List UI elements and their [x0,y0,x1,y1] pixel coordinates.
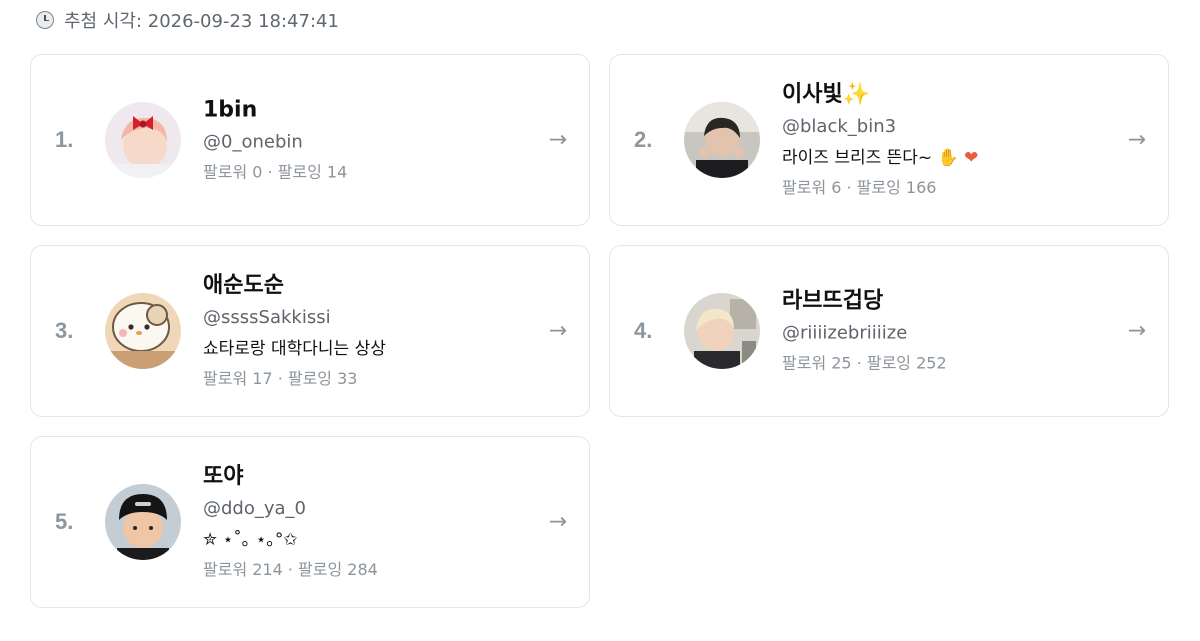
username: @0_onebin [203,131,303,153]
follow-stats: 팔로워 25 · 팔로잉 252 [782,353,947,373]
winner-card-3[interactable]: 3. 애순도순 @ssssSakkissi 쇼타로랑 대학다니는 상상 팔로워 … [30,245,590,417]
arrow-right-icon[interactable]: → [1128,128,1146,153]
arrow-right-icon[interactable]: → [1128,319,1146,344]
arrow-right-icon[interactable]: → [549,319,567,344]
avatar [105,102,181,178]
follow-stats: 팔로워 0 · 팔로잉 14 [203,162,348,182]
username: @ddo_ya_0 [203,498,306,519]
sparkles-icon: ✨ [842,82,871,107]
winner-card-4[interactable]: 4. 라브뜨겁당 @riiiizebriiiize 팔로워 25 · 팔로잉 2… [609,245,1169,417]
heart-icon: ❤ [964,148,979,168]
raised-hand-icon: ✋ [937,148,959,168]
bio: 쇼타로랑 대학다니는 상상 [203,339,386,359]
avatar [684,293,760,369]
draw-time-label: 추첨 시각: 2026-09-23 18:47:41 [64,11,339,32]
rank-number: 5. [55,509,74,534]
follow-stats: 팔로워 6 · 팔로잉 166 [782,178,937,197]
card-info: 라브뜨겁당 @riiiizebriiiize 팔로워 25 · 팔로잉 252 [782,288,947,375]
card-info: 이사빛✨ @black_bin3 라이즈 브리즈 뜬다~ ✋ ❤ 팔로워 6 ·… [782,81,978,199]
winner-card-2[interactable]: 2. 이사빛✨ @black_bin3 라이즈 브리즈 뜬다~ ✋ ❤ 팔로워 … [609,54,1169,226]
display-name: 애순도순 [203,273,284,298]
card-info: 애순도순 @ssssSakkissi 쇼타로랑 대학다니는 상상 팔로워 17 … [203,272,386,390]
avatar [684,102,760,178]
avatar [105,484,181,560]
clock-icon [36,11,54,29]
winner-card-5[interactable]: 5. 또야 @ddo_ya_0 ✮ ⋆˚｡ ⋆｡°✩ 팔로워 214 · 팔로잉… [30,436,590,608]
display-name: 1bin [203,97,258,123]
card-info: 또야 @ddo_ya_0 ✮ ⋆˚｡ ⋆｡°✩ 팔로워 214 · 팔로잉 28… [203,463,378,581]
follow-stats: 팔로워 17 · 팔로잉 33 [203,369,358,388]
rank-number: 4. [634,318,653,343]
avatar [105,293,181,369]
display-name: 또야 [203,464,244,489]
display-name: 이사빛✨ [782,82,871,107]
rank-number: 3. [55,318,74,343]
display-name: 라브뜨겁당 [782,288,884,314]
username: @riiiizebriiiize [782,322,908,344]
rank-number: 1. [55,127,74,152]
bio: 라이즈 브리즈 뜬다~ ✋ ❤ [782,148,979,168]
arrow-right-icon[interactable]: → [549,128,567,153]
follow-stats: 팔로워 214 · 팔로잉 284 [203,560,378,579]
winner-card-1[interactable]: 1. 1bin @0_onebin 팔로워 0 · 팔로잉 14 → [30,54,590,226]
arrow-right-icon[interactable]: → [549,510,567,535]
draw-time-header: 추첨 시각: 2026-09-23 18:47:41 [36,8,339,32]
username: @ssssSakkissi [203,307,331,328]
rank-number: 2. [634,127,653,152]
card-info: 1bin @0_onebin 팔로워 0 · 팔로잉 14 [203,97,347,184]
username: @black_bin3 [782,116,897,137]
bio: ✮ ⋆˚｡ ⋆｡°✩ [203,530,298,550]
